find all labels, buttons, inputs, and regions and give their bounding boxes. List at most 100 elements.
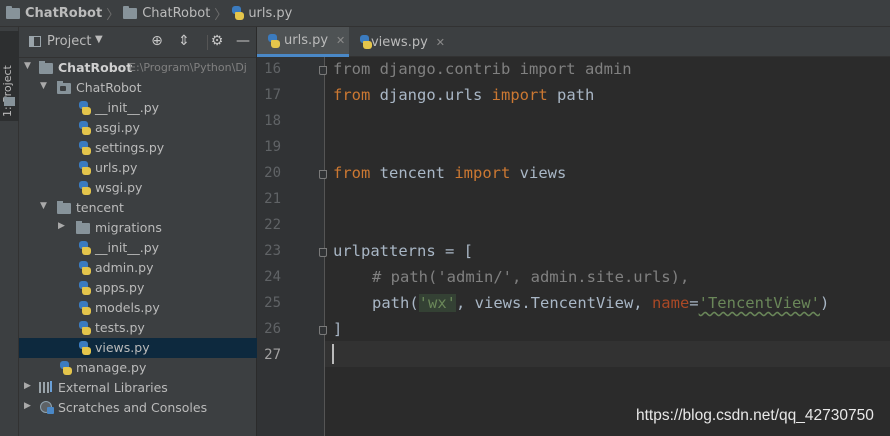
code-line-25: path('wx', views.TencentView, name='Tenc…	[372, 294, 829, 312]
tree-item-scratches[interactable]: ▶ Scratches and Consoles	[19, 398, 257, 418]
project-panel: Project ▼ ⊕ ⇕ ⚙ — ▼ ChatRobot E:\Program…	[19, 27, 257, 436]
python-file-icon	[78, 121, 91, 135]
breadcrumb-item-project[interactable]: ChatRobot	[6, 5, 103, 21]
python-file-icon	[59, 361, 72, 375]
python-file-icon	[231, 6, 245, 20]
tree-item-label: External Libraries	[58, 380, 168, 395]
fold-marker-icon[interactable]	[319, 170, 327, 179]
tree-item-file[interactable]: manage.py	[19, 358, 257, 378]
code-text: urlpatterns = [	[333, 242, 473, 260]
tree-item-external-libraries[interactable]: ▶ External Libraries	[19, 378, 257, 398]
text-cursor	[332, 344, 334, 364]
tree-item-folder[interactable]: ▼ ChatRobot	[19, 78, 257, 98]
keyword-token: from	[333, 60, 371, 78]
line-number: 22	[264, 217, 281, 233]
tree-item-file[interactable]: tests.py	[19, 318, 257, 338]
expanded-arrow-icon[interactable]: ▼	[40, 201, 47, 211]
keyword-token: from	[333, 164, 371, 182]
tree-item-file[interactable]: settings.py	[19, 138, 257, 158]
tree-item-label: urls.py	[95, 160, 138, 175]
line-number: 18	[264, 113, 281, 129]
tree-item-folder[interactable]: ▶ migrations	[19, 218, 257, 238]
locate-file-icon[interactable]: ⊕	[149, 33, 165, 49]
tree-item-file[interactable]: asgi.py	[19, 118, 257, 138]
project-path: E:\Program\Python\Dj	[129, 61, 247, 74]
breadcrumb-label: ChatRobot	[25, 5, 103, 21]
folder-icon	[76, 221, 90, 234]
code-text: , views.TencentView,	[456, 294, 652, 312]
code-text: path(	[372, 294, 419, 312]
gear-icon[interactable]: ⚙	[209, 33, 225, 49]
folder-icon	[6, 5, 20, 19]
minimize-icon[interactable]: —	[235, 33, 251, 49]
breadcrumb-item-file[interactable]: urls.py	[231, 6, 292, 21]
project-tool-window-button[interactable]: 1: Project	[0, 31, 19, 121]
fold-marker-icon[interactable]	[319, 326, 327, 335]
python-file-icon	[359, 35, 372, 49]
code-line-26: ]	[333, 320, 342, 338]
tab-views-py[interactable]: views.py ✕	[349, 27, 445, 57]
line-number: 16	[264, 61, 281, 77]
breadcrumb-item-module[interactable]: ChatRobot	[123, 5, 210, 21]
module-token: tencent	[370, 164, 455, 182]
chevron-down-icon[interactable]: ▼	[95, 34, 103, 45]
expanded-arrow-icon[interactable]: ▼	[40, 81, 47, 91]
line-number: 20	[264, 165, 281, 181]
python-file-icon	[78, 101, 91, 115]
breadcrumb-label: urls.py	[248, 5, 293, 21]
tree-item-file[interactable]: models.py	[19, 298, 257, 318]
python-file-icon	[78, 261, 91, 275]
line-number: 25	[264, 295, 281, 311]
tree-item-label: migrations	[95, 220, 162, 235]
tree-item-label: wsgi.py	[95, 180, 143, 195]
python-file-icon	[78, 141, 91, 155]
breadcrumb: ChatRobot 〉 ChatRobot 〉 urls.py	[0, 0, 890, 27]
tree-item-label: manage.py	[76, 360, 147, 375]
collapsed-arrow-icon[interactable]: ▶	[24, 381, 31, 391]
tree-item-label: ChatRobot	[58, 60, 133, 75]
tree-item-file[interactable]: urls.py	[19, 158, 257, 178]
close-icon[interactable]: ✕	[436, 36, 445, 49]
line-number-current: 27	[264, 347, 281, 363]
keyword-token: import	[519, 60, 576, 78]
name-token: admin	[575, 60, 632, 78]
expanded-arrow-icon[interactable]: ▼	[24, 61, 31, 71]
tree-item-file[interactable]: admin.py	[19, 258, 257, 278]
toolbar-divider	[207, 35, 208, 50]
code-line-17: from django.urls import path	[333, 86, 594, 104]
tree-item-file[interactable]: __init__.py	[19, 238, 257, 258]
line-number: 26	[264, 321, 281, 337]
tree-item-label: apps.py	[95, 280, 145, 295]
fold-marker-icon[interactable]	[319, 66, 327, 75]
chevron-right-icon: 〉	[214, 7, 228, 23]
tree-item-label: admin.py	[95, 260, 154, 275]
tree-item-file[interactable]: wsgi.py	[19, 178, 257, 198]
project-view-selector[interactable]: Project	[47, 34, 91, 49]
python-file-icon	[78, 241, 91, 255]
python-file-icon	[78, 301, 91, 315]
code-line-20: from tencent import views	[333, 164, 566, 182]
watermark: https://blog.csdn.net/qq_42730750	[636, 407, 874, 424]
code-text: )	[819, 294, 830, 312]
string-token: 'wx'	[418, 294, 456, 312]
tree-item-file-selected[interactable]: views.py	[19, 338, 257, 358]
tree-item-folder[interactable]: ▼ tencent	[19, 198, 257, 218]
collapse-all-icon[interactable]: ⇕	[176, 33, 192, 49]
line-number: 19	[264, 139, 281, 155]
tree-item-label: asgi.py	[95, 120, 140, 135]
tree-item-label: settings.py	[95, 140, 165, 155]
keyword-token: from	[333, 86, 371, 104]
tree-item-file[interactable]: apps.py	[19, 278, 257, 298]
tree-item-project-root[interactable]: ▼ ChatRobot E:\Program\Python\Dj	[19, 58, 257, 78]
tree-item-file[interactable]: __init__.py	[19, 98, 257, 118]
collapsed-arrow-icon[interactable]: ▶	[24, 401, 31, 411]
code-line-23: urlpatterns = [	[333, 242, 473, 260]
line-number: 21	[264, 191, 281, 207]
collapsed-arrow-icon[interactable]: ▶	[58, 221, 65, 231]
code-line-24: # path('admin/', admin.site.urls),	[372, 268, 689, 286]
close-icon[interactable]: ✕	[336, 34, 345, 47]
fold-marker-icon[interactable]	[319, 248, 327, 257]
tab-urls-py[interactable]: urls.py ✕	[257, 27, 349, 57]
code-editor[interactable]: 16 17 18 19 20 21 22 23 24 25 26 27 from…	[257, 57, 890, 436]
tree-item-label: Scratches and Consoles	[58, 400, 208, 415]
